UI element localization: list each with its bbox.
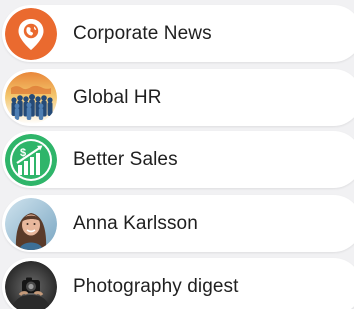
person-photo-icon [5, 197, 57, 250]
people-crowd-icon [5, 71, 57, 124]
channel-name: Global HR [73, 86, 162, 108]
channel-name: Better Sales [73, 148, 178, 170]
location-pin-globe-icon [5, 7, 57, 60]
channel-item-anna-karlsson[interactable]: Anna Karlsson [2, 195, 354, 252]
channel-name: Photography digest [73, 275, 239, 297]
channel-name: Corporate News [73, 22, 212, 44]
channel-item-corporate-news[interactable]: Corporate News [2, 5, 354, 62]
channel-name: Anna Karlsson [73, 212, 198, 234]
channel-item-global-hr[interactable]: Global HR [2, 69, 354, 126]
channel-item-better-sales[interactable]: $ Better Sales [2, 131, 354, 188]
dollar-growth-chart-icon: $ [5, 133, 57, 186]
svg-text:$: $ [20, 147, 26, 159]
channel-item-photography-digest[interactable]: Photography digest [2, 258, 354, 309]
channel-list: Corporate News Global HR $ Better Sales … [0, 0, 354, 309]
camera-photo-icon [5, 260, 57, 309]
